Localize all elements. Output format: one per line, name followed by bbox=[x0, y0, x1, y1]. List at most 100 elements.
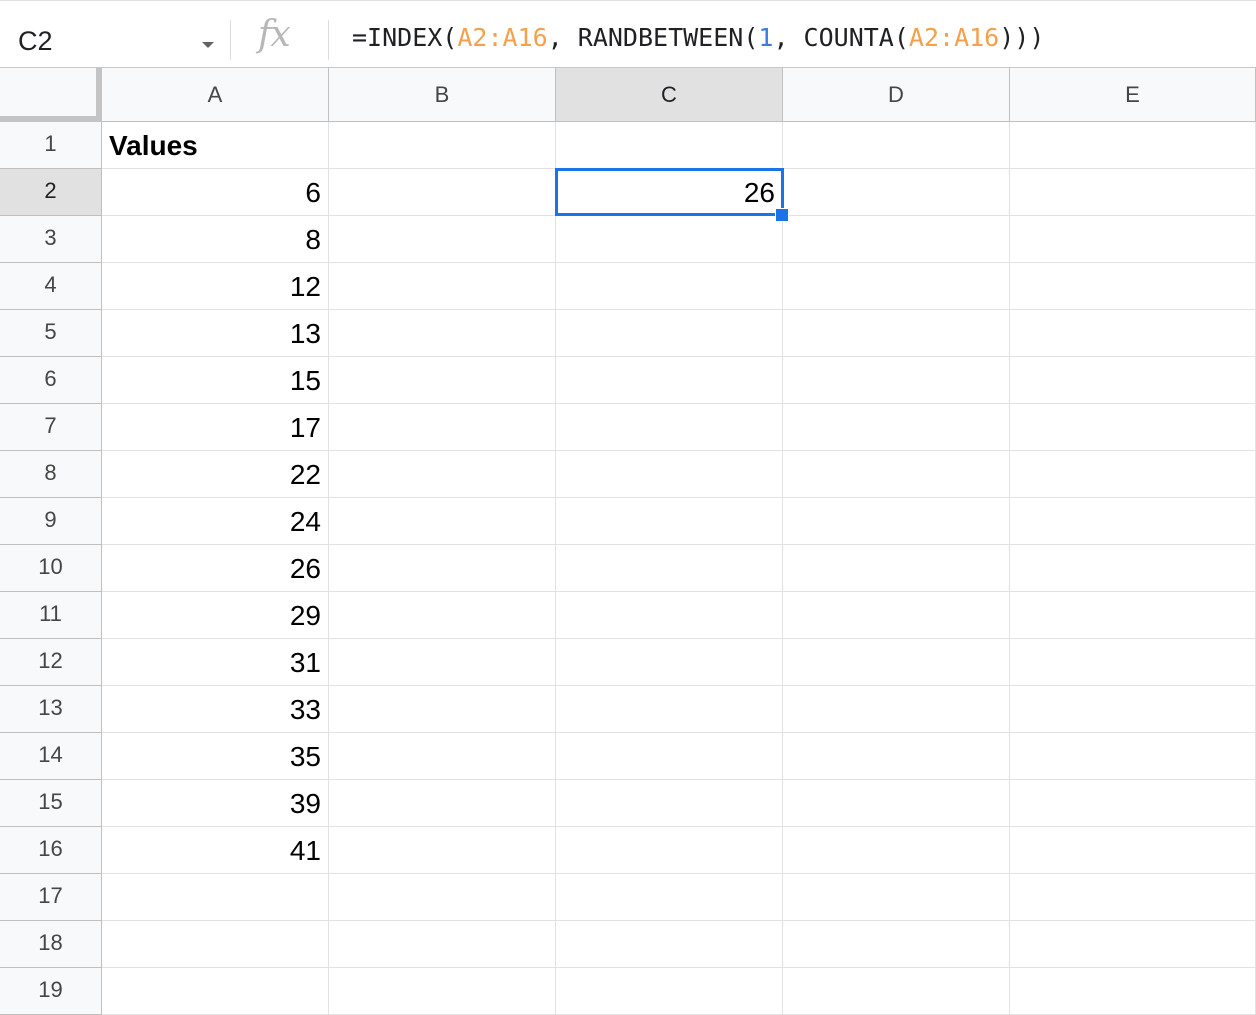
cell-d19[interactable] bbox=[783, 968, 1010, 1015]
row-header-12[interactable]: 12 bbox=[0, 639, 102, 686]
cell-c1[interactable] bbox=[556, 122, 783, 169]
row-header-7[interactable]: 7 bbox=[0, 404, 102, 451]
column-header-d[interactable]: D bbox=[783, 68, 1010, 122]
cell-b4[interactable] bbox=[329, 263, 556, 310]
cell-a3[interactable]: 8 bbox=[102, 216, 329, 263]
cell-a13[interactable]: 33 bbox=[102, 686, 329, 733]
name-box-dropdown-icon[interactable] bbox=[202, 42, 214, 48]
fill-handle[interactable] bbox=[775, 208, 789, 222]
row-header-3[interactable]: 3 bbox=[0, 216, 102, 263]
cell-d2[interactable] bbox=[783, 169, 1010, 216]
cell-a16[interactable]: 41 bbox=[102, 827, 329, 874]
cell-b2[interactable] bbox=[329, 169, 556, 216]
cell-d13[interactable] bbox=[783, 686, 1010, 733]
cell-e7[interactable] bbox=[1010, 404, 1256, 451]
cell-c7[interactable] bbox=[556, 404, 783, 451]
cell-d18[interactable] bbox=[783, 921, 1010, 968]
cell-e19[interactable] bbox=[1010, 968, 1256, 1015]
row-header-19[interactable]: 19 bbox=[0, 968, 102, 1015]
row-header-17[interactable]: 17 bbox=[0, 874, 102, 921]
row-header-10[interactable]: 10 bbox=[0, 545, 102, 592]
cell-a5[interactable]: 13 bbox=[102, 310, 329, 357]
cell-b18[interactable] bbox=[329, 921, 556, 968]
cell-b6[interactable] bbox=[329, 357, 556, 404]
cell-c5[interactable] bbox=[556, 310, 783, 357]
cell-b1[interactable] bbox=[329, 122, 556, 169]
cell-e10[interactable] bbox=[1010, 545, 1256, 592]
cell-b5[interactable] bbox=[329, 310, 556, 357]
cell-d9[interactable] bbox=[783, 498, 1010, 545]
cell-c6[interactable] bbox=[556, 357, 783, 404]
cell-c2[interactable]: 26 bbox=[556, 169, 783, 216]
row-header-14[interactable]: 14 bbox=[0, 733, 102, 780]
column-header-a[interactable]: A bbox=[102, 68, 329, 122]
cell-d12[interactable] bbox=[783, 639, 1010, 686]
row-header-5[interactable]: 5 bbox=[0, 310, 102, 357]
cell-c16[interactable] bbox=[556, 827, 783, 874]
cell-e17[interactable] bbox=[1010, 874, 1256, 921]
cell-d4[interactable] bbox=[783, 263, 1010, 310]
cell-c19[interactable] bbox=[556, 968, 783, 1015]
cell-e11[interactable] bbox=[1010, 592, 1256, 639]
cell-b9[interactable] bbox=[329, 498, 556, 545]
column-header-e[interactable]: E bbox=[1010, 68, 1256, 122]
cell-b15[interactable] bbox=[329, 780, 556, 827]
cell-e14[interactable] bbox=[1010, 733, 1256, 780]
cell-d11[interactable] bbox=[783, 592, 1010, 639]
cell-a11[interactable]: 29 bbox=[102, 592, 329, 639]
formula-input[interactable]: =INDEX(A2:A16, RANDBETWEEN(1, COUNTA(A2:… bbox=[352, 23, 1242, 63]
row-header-9[interactable]: 9 bbox=[0, 498, 102, 545]
cell-d7[interactable] bbox=[783, 404, 1010, 451]
cell-d5[interactable] bbox=[783, 310, 1010, 357]
cell-e18[interactable] bbox=[1010, 921, 1256, 968]
column-header-c[interactable]: C bbox=[556, 68, 783, 122]
row-header-18[interactable]: 18 bbox=[0, 921, 102, 968]
cell-e4[interactable] bbox=[1010, 263, 1256, 310]
row-header-1[interactable]: 1 bbox=[0, 122, 102, 169]
cell-e1[interactable] bbox=[1010, 122, 1256, 169]
name-box[interactable]: C2 bbox=[0, 15, 228, 67]
cell-b13[interactable] bbox=[329, 686, 556, 733]
cell-c11[interactable] bbox=[556, 592, 783, 639]
cell-a17[interactable] bbox=[102, 874, 329, 921]
cell-c15[interactable] bbox=[556, 780, 783, 827]
cell-a15[interactable]: 39 bbox=[102, 780, 329, 827]
cell-b12[interactable] bbox=[329, 639, 556, 686]
cell-c18[interactable] bbox=[556, 921, 783, 968]
cell-c9[interactable] bbox=[556, 498, 783, 545]
cell-d8[interactable] bbox=[783, 451, 1010, 498]
column-header-b[interactable]: B bbox=[329, 68, 556, 122]
cell-b8[interactable] bbox=[329, 451, 556, 498]
cell-e13[interactable] bbox=[1010, 686, 1256, 733]
row-header-8[interactable]: 8 bbox=[0, 451, 102, 498]
cell-e12[interactable] bbox=[1010, 639, 1256, 686]
cell-a1[interactable]: Values bbox=[102, 122, 329, 169]
row-header-13[interactable]: 13 bbox=[0, 686, 102, 733]
cell-e9[interactable] bbox=[1010, 498, 1256, 545]
cell-a6[interactable]: 15 bbox=[102, 357, 329, 404]
row-header-2[interactable]: 2 bbox=[0, 169, 102, 216]
cell-c14[interactable] bbox=[556, 733, 783, 780]
cell-a10[interactable]: 26 bbox=[102, 545, 329, 592]
cell-c8[interactable] bbox=[556, 451, 783, 498]
cell-c17[interactable] bbox=[556, 874, 783, 921]
cell-c4[interactable] bbox=[556, 263, 783, 310]
cell-a19[interactable] bbox=[102, 968, 329, 1015]
cell-e6[interactable] bbox=[1010, 357, 1256, 404]
row-header-6[interactable]: 6 bbox=[0, 357, 102, 404]
cell-d17[interactable] bbox=[783, 874, 1010, 921]
cell-b17[interactable] bbox=[329, 874, 556, 921]
cell-e5[interactable] bbox=[1010, 310, 1256, 357]
cell-a4[interactable]: 12 bbox=[102, 263, 329, 310]
cell-d3[interactable] bbox=[783, 216, 1010, 263]
cell-d16[interactable] bbox=[783, 827, 1010, 874]
cell-e15[interactable] bbox=[1010, 780, 1256, 827]
select-all-corner[interactable] bbox=[0, 68, 102, 122]
row-header-15[interactable]: 15 bbox=[0, 780, 102, 827]
cell-b11[interactable] bbox=[329, 592, 556, 639]
cell-a18[interactable] bbox=[102, 921, 329, 968]
cell-a8[interactable]: 22 bbox=[102, 451, 329, 498]
cell-a14[interactable]: 35 bbox=[102, 733, 329, 780]
cell-a12[interactable]: 31 bbox=[102, 639, 329, 686]
row-header-16[interactable]: 16 bbox=[0, 827, 102, 874]
